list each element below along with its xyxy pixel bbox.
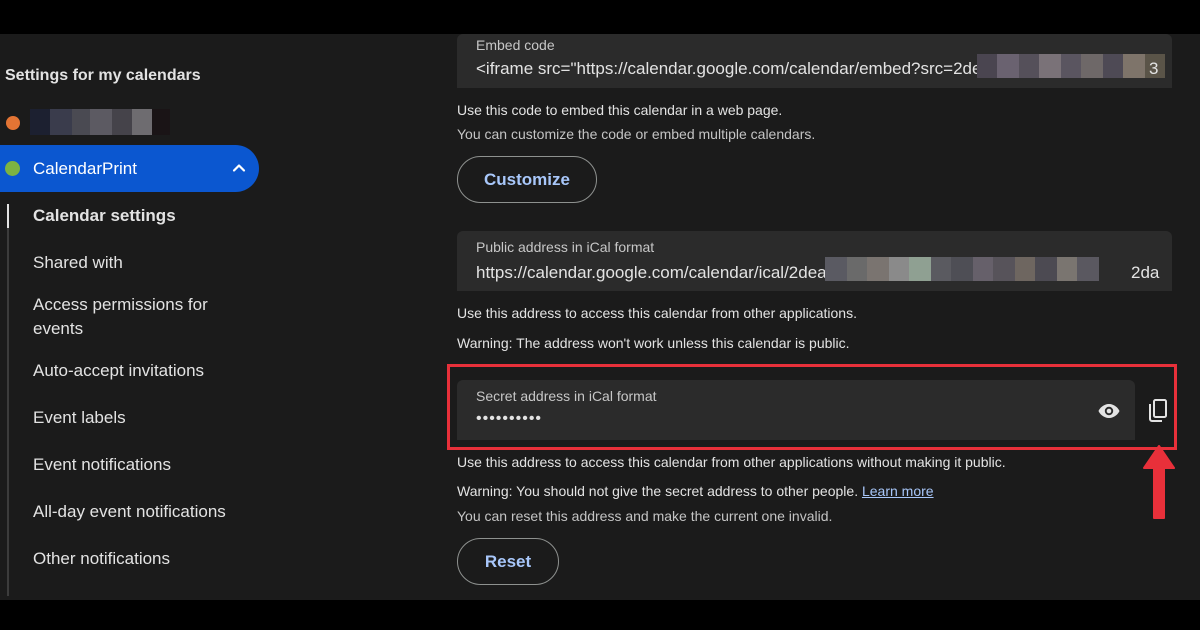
public-ical-warning: Warning: The address won't work unless t…: [457, 335, 850, 351]
calendar-name: CalendarPrint: [33, 159, 137, 178]
subnav-access-permissions[interactable]: Access permissions for events: [33, 293, 233, 341]
public-ical-help-text: Use this address to access this calendar…: [457, 305, 857, 321]
subnav-shared-with[interactable]: Shared with: [33, 251, 123, 275]
subnav-auto-accept[interactable]: Auto-accept invitations: [33, 359, 204, 383]
customize-button[interactable]: Customize: [457, 156, 597, 203]
arrow-up-annotation-icon: [1143, 445, 1175, 519]
subnav-all-day-notifications[interactable]: All-day event notifications: [33, 500, 226, 524]
embed-code-value: <iframe src="https://calendar.google.com…: [476, 59, 982, 78]
warning-text: Warning: You should not give the secret …: [457, 483, 859, 499]
highlight-annotation-box: [447, 364, 1177, 450]
redacted-public-id: [825, 257, 1099, 281]
embed-help-text-2: You can customize the code or embed mult…: [457, 126, 816, 142]
embed-code-field[interactable]: Embed code <iframe src="https://calendar…: [457, 34, 1172, 88]
settings-page: Settings for my calendars CalendarPrint …: [0, 34, 1200, 600]
field-label: Public address in iCal format: [476, 239, 655, 255]
redacted-embed-id: [977, 54, 1165, 78]
calendar-color-dot: [6, 116, 20, 130]
redacted-calendar-name: [30, 109, 170, 135]
field-label: Embed code: [476, 37, 555, 53]
public-ical-tail: 2da: [1131, 263, 1160, 282]
secret-ical-warning: Warning: You should not give the secret …: [457, 483, 934, 499]
reset-button[interactable]: Reset: [457, 538, 559, 585]
sidebar-title: Settings for my calendars: [5, 67, 201, 84]
subnav-event-labels[interactable]: Event labels: [33, 406, 126, 430]
sidebar-item-calendarprint[interactable]: CalendarPrint: [0, 145, 259, 192]
learn-more-link[interactable]: Learn more: [862, 483, 934, 499]
sidebar-calendar-redacted[interactable]: [4, 109, 174, 135]
subnav-other-notifications[interactable]: Other notifications: [33, 547, 170, 571]
subnav-calendar-settings[interactable]: Calendar settings: [33, 204, 176, 228]
embed-help-text: Use this code to embed this calendar in …: [457, 102, 783, 118]
sidebar: Settings for my calendars CalendarPrint …: [0, 34, 270, 600]
embed-code-tail: 3: [1149, 59, 1159, 78]
chevron-up-icon[interactable]: [231, 160, 247, 176]
secret-ical-reset-help: You can reset this address and make the …: [457, 508, 833, 524]
subnav-active-indicator: [7, 204, 9, 228]
subnav-event-notifications[interactable]: Event notifications: [33, 453, 171, 477]
subnav-track: [7, 204, 9, 596]
public-ical-value: https://calendar.google.com/calendar/ica…: [476, 263, 827, 282]
calendar-color-dot: [5, 161, 20, 176]
public-ical-field[interactable]: Public address in iCal format https://ca…: [457, 231, 1172, 291]
secret-ical-help-text: Use this address to access this calendar…: [457, 454, 1006, 470]
